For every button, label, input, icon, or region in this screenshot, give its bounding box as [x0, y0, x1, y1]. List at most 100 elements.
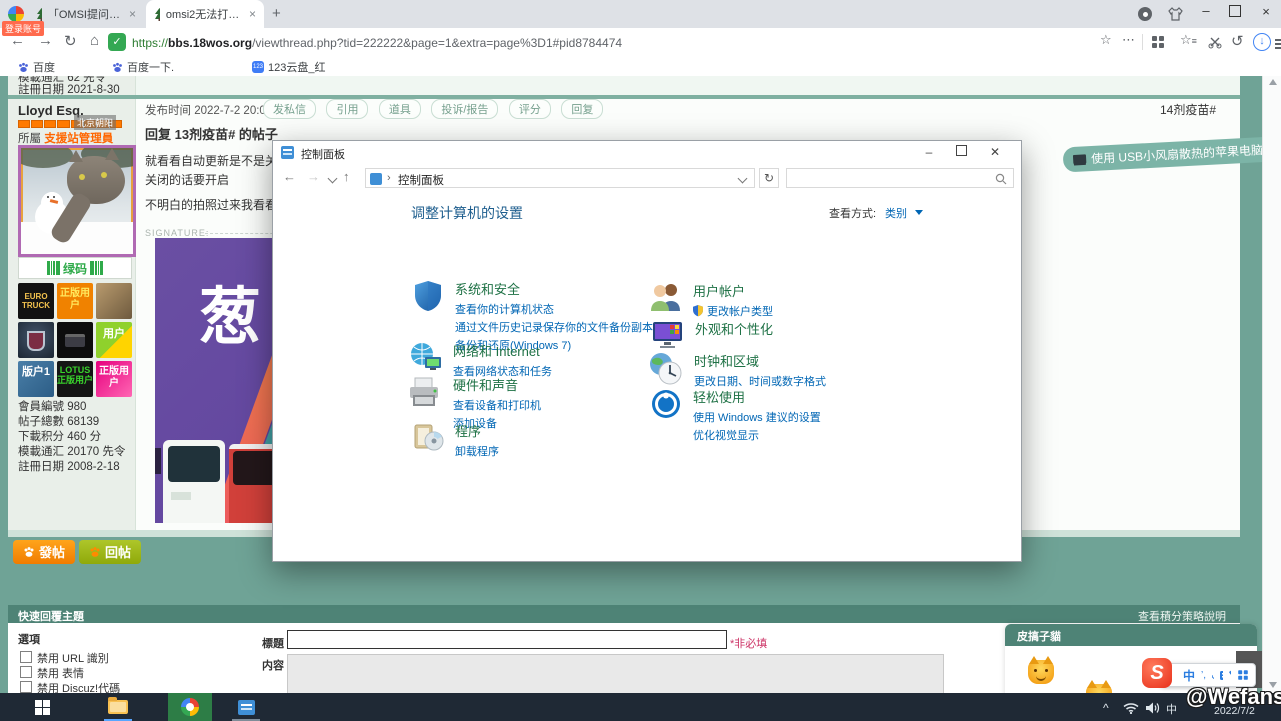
site-security-shield-icon[interactable]: ✓: [108, 33, 126, 51]
taskbar-control-panel[interactable]: [224, 693, 268, 721]
breadcrumb-dropdown-icon[interactable]: [737, 173, 748, 184]
cp-minimize-button[interactable]: –: [913, 141, 945, 164]
cp-category-clock-region[interactable]: 时钟和区域 更改日期、时间或数字格式: [648, 351, 826, 391]
wifi-icon[interactable]: [1123, 702, 1139, 714]
cp-category-ease-of-access[interactable]: 轻松使用 使用 Windows 建议的设置 优化视觉显示: [649, 387, 821, 445]
action-report-button[interactable]: 投诉/报告: [431, 99, 499, 119]
sogou-logo-icon[interactable]: S: [1142, 658, 1172, 688]
bookmark-baidu-search[interactable]: 百度一下.: [112, 59, 174, 75]
new-thread-button[interactable]: 發帖: [13, 540, 76, 564]
cp-refresh-icon[interactable]: ↻: [759, 168, 779, 188]
checkbox[interactable]: [20, 681, 32, 693]
new-tab-button[interactable]: +: [272, 5, 281, 22]
cp-maximize-button[interactable]: [945, 141, 977, 164]
post-floor-number[interactable]: 14剂疫苗#: [1160, 101, 1216, 118]
bookmark-baidu[interactable]: 百度: [18, 59, 55, 75]
bus-white: [163, 440, 225, 523]
action-pm-button[interactable]: 发私信: [263, 99, 316, 119]
ime-skin-shirt-icon[interactable]: [1228, 670, 1231, 680]
cp-category-programs[interactable]: 程序 卸载程序: [413, 421, 499, 461]
browser-logo-icon[interactable]: [8, 6, 24, 22]
taskbar-file-explorer[interactable]: [96, 693, 140, 721]
cp-link[interactable]: 卸载程序: [455, 443, 499, 459]
cat-emoticon[interactable]: [1028, 656, 1054, 684]
cp-up-icon[interactable]: ↑: [343, 169, 350, 184]
option-disable-url[interactable]: 禁用 URL 識別: [20, 650, 109, 666]
reply-title-input[interactable]: [287, 630, 727, 649]
tray-ime-indicator[interactable]: 中: [1166, 701, 1177, 717]
cp-category-user-accounts[interactable]: 用户帐户 更改帐户类型: [649, 281, 773, 321]
cp-link[interactable]: 查看你的计算机状态: [455, 301, 653, 317]
medal-eurotruck: EURO TRUCK: [18, 283, 54, 319]
taskbar-browser-active[interactable]: [168, 693, 212, 721]
cp-link-with-shield[interactable]: 更改帐户类型: [693, 303, 773, 319]
screenshot-scissors-icon[interactable]: [1208, 35, 1222, 49]
action-props-button[interactable]: 道具: [378, 99, 421, 119]
cp-link[interactable]: 优化视觉显示: [693, 427, 821, 443]
window-maximize-button[interactable]: [1229, 5, 1241, 17]
cp-back-icon[interactable]: ←: [283, 169, 296, 184]
ime-lang-mode[interactable]: 中: [1183, 667, 1195, 684]
cp-view-value[interactable]: 类别: [885, 205, 907, 221]
ime-mic-icon[interactable]: [1212, 669, 1214, 681]
cp-window-title: 控制面板: [301, 149, 345, 161]
favorites-manager-icon[interactable]: ☆≡: [1180, 32, 1197, 48]
cp-link[interactable]: 使用 Windows 建议的设置: [693, 409, 821, 425]
cp-title-bar[interactable]: 控制面板 – ✕: [273, 141, 1021, 164]
action-rate-button[interactable]: 评分: [508, 99, 551, 119]
profile-avatar-icon[interactable]: [1138, 7, 1152, 21]
menu-hamburger-icon[interactable]: [1275, 37, 1281, 51]
reply-thread-button[interactable]: 回帖: [79, 540, 142, 564]
tray-expand-icon[interactable]: ^: [1103, 701, 1109, 715]
home-icon[interactable]: ⌂: [90, 32, 99, 49]
avatar[interactable]: [18, 145, 136, 257]
tab-close-icon[interactable]: ×: [129, 7, 136, 21]
start-button[interactable]: [20, 693, 64, 721]
cp-close-button[interactable]: ✕: [979, 141, 1011, 164]
page-scrollbar[interactable]: [1262, 76, 1281, 693]
address-bar[interactable]: https://bbs.18wos.org/viewthread.php?tid…: [132, 36, 622, 50]
cp-forward-icon[interactable]: →: [307, 169, 320, 184]
apps-grid-icon[interactable]: [1152, 36, 1164, 48]
watermark: @Wefans: [1186, 684, 1281, 709]
title-label: 標題: [262, 638, 284, 650]
reload-icon[interactable]: ↻: [64, 32, 77, 50]
tab-omsi2-thread-active[interactable]: omsi2无法打开（猫大已答复 ×: [146, 0, 264, 28]
cp-view-dropdown-icon[interactable]: [915, 210, 923, 215]
window-close-button[interactable]: ×: [1259, 4, 1273, 19]
cp-link[interactable]: 通过文件历史记录保存你的文件备份副本: [455, 319, 653, 335]
undo-icon[interactable]: ↺: [1231, 32, 1244, 50]
cp-search-input[interactable]: [786, 168, 1014, 188]
scrollbar-up-arrow[interactable]: [1269, 79, 1277, 85]
action-quote-button[interactable]: 引用: [326, 99, 369, 119]
control-panel-icon: [281, 146, 294, 159]
green-code-barcode: 绿码: [18, 257, 132, 279]
window-minimize-button[interactable]: –: [1199, 3, 1213, 18]
cp-history-chevron-icon[interactable]: [327, 173, 338, 184]
medal-bus-photo: [96, 283, 132, 319]
browser-tab-bar: 「OMSI提问区」 - 模載联合 × omsi2无法打开（猫大已答复 × + –…: [0, 0, 1281, 28]
tab-omsi-forum[interactable]: 「OMSI提问区」 - 模載联合 ×: [28, 0, 144, 28]
points-policy-link[interactable]: 查看積分策略說明: [1138, 608, 1226, 624]
ime-toolbox-icon[interactable]: [1238, 670, 1248, 680]
bookmark-star-icon[interactable]: ☆: [1100, 32, 1112, 48]
cp-link[interactable]: 查看设备和打印机: [453, 397, 541, 413]
cp-category-appearance[interactable]: 外观和个性化: [651, 319, 773, 351]
theme-shirt-icon[interactable]: [1168, 7, 1183, 21]
checkbox[interactable]: [20, 666, 32, 678]
ime-punctuation-icon[interactable]: ’,: [1201, 670, 1206, 681]
login-account-badge[interactable]: 登录账号: [2, 21, 45, 36]
control-panel-window[interactable]: 控制面板 – ✕ ← → ↑ › 控制面板 ↻ 调整计算机的设置 查看方式: 类…: [272, 140, 1022, 562]
breadcrumb-text[interactable]: 控制面板: [398, 172, 444, 188]
tab-close-icon[interactable]: ×: [249, 7, 256, 21]
programs-cd-icon: [414, 424, 444, 451]
cp-breadcrumb-field[interactable]: › 控制面板: [365, 168, 755, 188]
bookmark-123pan[interactable]: 123 123云盘_红: [252, 59, 325, 75]
ime-keyboard-icon[interactable]: [1219, 670, 1223, 680]
more-options-icon[interactable]: ⋯: [1122, 32, 1135, 48]
checkbox[interactable]: [20, 651, 32, 663]
download-icon[interactable]: ↓: [1253, 33, 1271, 51]
action-reply-button[interactable]: 回复: [561, 99, 604, 119]
volume-icon[interactable]: [1145, 702, 1161, 714]
option-disable-smilies[interactable]: 禁用 表情: [20, 665, 84, 681]
